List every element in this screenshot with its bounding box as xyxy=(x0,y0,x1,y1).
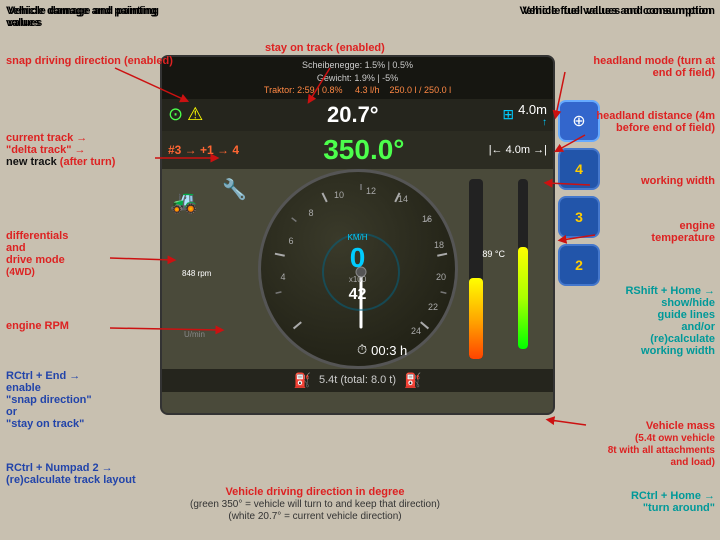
speedometer-area: 🚜 🔧 xyxy=(162,169,553,369)
headland-distance-annotation: headland distance (4m before end of fiel… xyxy=(585,110,715,134)
gewicht-stat: Gewicht: 1.9% | -5% xyxy=(166,72,549,85)
track-icon: ⚠ xyxy=(187,104,203,125)
differentials-annotation: differentialsanddrive mode (4WD) xyxy=(6,230,68,278)
rpm-display: 848 rpm xyxy=(182,269,211,278)
traktor-stat: Traktor: 2:59 | 0.8% 4.3 l/h 250.0 l / 2… xyxy=(166,84,549,97)
speed-unit-label: KM/H xyxy=(348,233,368,242)
button-2[interactable]: 2 xyxy=(558,244,600,286)
svg-text:10: 10 xyxy=(333,190,343,200)
headland-mode-annotation: headland mode (turn at end of field) xyxy=(585,55,715,79)
svg-text:22: 22 xyxy=(427,302,437,312)
button-2-label: 2 xyxy=(575,257,583,273)
dashboard-panel: Scheibenegge: 1.5% | 0.5% Gewicht: 1.9% … xyxy=(160,55,555,415)
svg-text:16: 16 xyxy=(421,214,431,224)
working-width-annotation: working width xyxy=(641,175,715,187)
snap-driving-annotation: snap driving direction (enabled) xyxy=(6,55,173,67)
button-4[interactable]: 4 xyxy=(558,148,600,190)
working-width-up-arrow: ↑ xyxy=(518,117,547,128)
tractor-mini: 🚜 xyxy=(170,189,197,215)
svg-text:4: 4 xyxy=(280,272,285,282)
button-3[interactable]: 3 xyxy=(558,196,600,238)
working-width-display: 4.0m ↑ xyxy=(518,102,547,128)
track-row: #3 → +1 → 4 350.0° |← 4.0m →| xyxy=(162,131,553,169)
speedometer-gauge: 4 6 8 10 12 14 16 18 20 22 24 KM/H 0 xyxy=(258,169,458,369)
svg-text:8: 8 xyxy=(308,208,313,218)
snap-icon: ⊙ xyxy=(168,104,183,125)
stay-on-track-annotation: stay on track (enabled) xyxy=(265,42,385,54)
temp-bar xyxy=(469,179,483,359)
current-track-annotation: current track → "delta track" → new trac… xyxy=(6,132,115,168)
umin-label: U/min xyxy=(184,330,205,339)
fuel-icon: ⛽ xyxy=(294,372,311,389)
rctrl-end-annotation: RCtrl + End →enable"snap direction"or"st… xyxy=(6,370,92,430)
vehicle-direction-annotation: Vehicle driving direction in degree (gre… xyxy=(175,486,455,522)
track-label: #3 → +1 → 4 xyxy=(168,143,239,157)
vehicle-mass-annotation: Vehicle mass (5.4t own vehicle8t with al… xyxy=(580,420,715,468)
svg-text:12: 12 xyxy=(365,186,375,196)
scheibenegge-stat: Scheibenegge: 1.5% | 0.5% xyxy=(166,59,549,72)
track-width-display: |← 4.0m →| xyxy=(489,144,547,156)
fuel-heading: Vehicle fuel values and consumption xyxy=(515,5,715,17)
svg-text:18: 18 xyxy=(433,240,443,250)
rshift-home-annotation: RShift + Home →show/hideguide linesand/o… xyxy=(580,285,715,357)
white-angle-display: 20.7° xyxy=(207,102,498,128)
headland-bar xyxy=(518,179,528,349)
svg-text:6: 6 xyxy=(288,236,293,246)
headland-icon: ⊞ xyxy=(502,106,514,123)
mass-bar: ⛽ 5.4t (total: 8.0 t) ⛽ xyxy=(162,369,553,392)
speed-display: KM/H 0 x100 42 xyxy=(348,233,368,304)
button-4-label: 4 xyxy=(575,161,583,177)
speed-zero-display: 0 xyxy=(348,242,368,274)
damage-heading: Vehicle damage and painting values xyxy=(6,5,166,29)
mass-display: 5.4t (total: 8.0 t) xyxy=(319,374,396,386)
wrench-icon: 🔧 xyxy=(222,177,247,202)
speed-number: 42 xyxy=(348,286,368,304)
clock-display: ⏱ 00:3 h xyxy=(357,342,407,358)
svg-text:14: 14 xyxy=(397,194,407,204)
temp-bar-fill xyxy=(469,278,483,359)
headland-bar-fill xyxy=(518,247,528,349)
speed-x100: x100 xyxy=(349,275,366,284)
temp-value: 89 °C xyxy=(482,249,505,259)
engine-temp-annotation: enginetemperature xyxy=(651,220,715,244)
svg-text:20: 20 xyxy=(435,272,445,282)
fuel-right-icon: ⛽ xyxy=(404,372,421,389)
status-row: ⊙ ⚠ 20.7° ⊞ 4.0m ↑ xyxy=(162,99,553,131)
rctrl-numpad-annotation: RCtrl + Numpad 2 →(re)calculate track la… xyxy=(6,462,136,486)
engine-rpm-annotation: engine RPM xyxy=(6,320,69,332)
rctrl-home-annotation: RCtrl + Home →"turn around" xyxy=(631,490,715,514)
vehicle-stats-bar: Scheibenegge: 1.5% | 0.5% Gewicht: 1.9% … xyxy=(162,57,553,99)
green-direction-display: 350.0° xyxy=(243,134,485,166)
button-3-label: 3 xyxy=(575,209,583,225)
svg-text:24: 24 xyxy=(410,326,420,336)
